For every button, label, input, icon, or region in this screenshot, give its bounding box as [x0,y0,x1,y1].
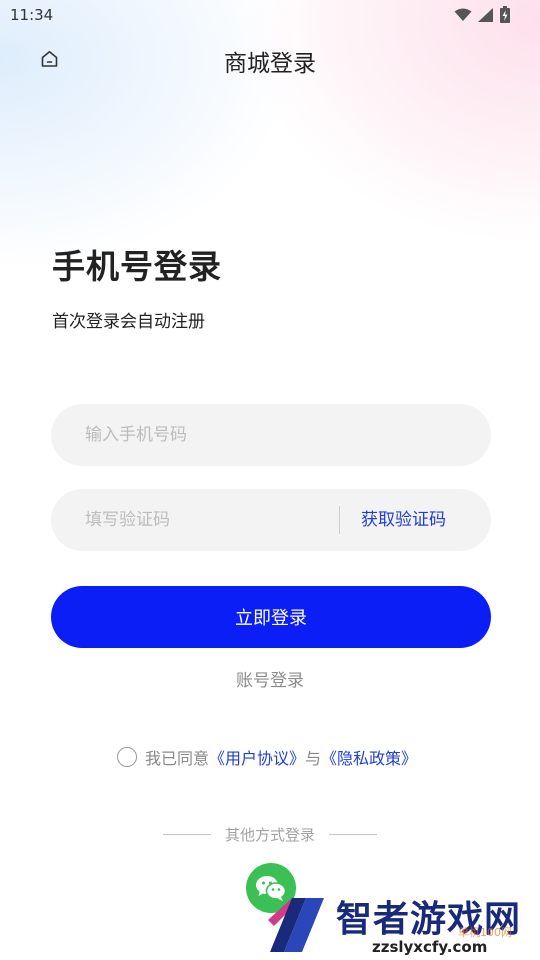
other-login-label: 其他方式登录 [224,826,315,844]
watermark-domain: zzslyxcfy.com [372,938,488,956]
account-login-link[interactable]: 账号登录 [0,666,540,691]
agreement-conjunction: 与 [305,749,322,768]
battery-icon [500,6,510,23]
watermark-logo-icon [268,898,324,952]
status-time: 11:34 [10,6,54,24]
phone-input[interactable] [85,404,335,466]
login-submit-button[interactable]: 立即登录 [51,586,491,648]
code-field[interactable]: 获取验证码 [51,489,491,551]
signal-icon [478,7,493,22]
status-icons [454,6,510,23]
code-divider [339,506,340,534]
page-title: 商城登录 [224,51,316,77]
agree-checkbox[interactable] [117,747,137,767]
login-screen: 11:34 商城登录 手机号登录 首次登录会自动注册 输入手机号码 填写验证码 … [0,0,540,960]
other-login-divider: 其他方式登录 [0,824,540,845]
status-bar: 11:34 [0,0,540,32]
phone-field[interactable] [51,404,491,466]
privacy-policy-link[interactable]: 《隐私政策》 [321,745,417,769]
login-subtitle: 首次登录会自动注册 [52,312,205,332]
divider-line-right [329,834,377,835]
login-title: 手机号登录 [52,247,222,286]
watermark: 智者游戏网 单机100网 zzslyxcfy.com [262,888,540,960]
header: 商城登录 [0,36,540,82]
code-input[interactable] [85,489,335,551]
get-code-button[interactable]: 获取验证码 [361,489,446,551]
divider-line-left [162,834,211,835]
agreement-prefix: 我已同意 [145,749,210,768]
wifi-icon [454,8,472,21]
user-agreement-link[interactable]: 《用户协议》 [209,745,305,769]
agreement: 我已同意 《用户协议》 与 《隐私政策》 [117,745,417,769]
